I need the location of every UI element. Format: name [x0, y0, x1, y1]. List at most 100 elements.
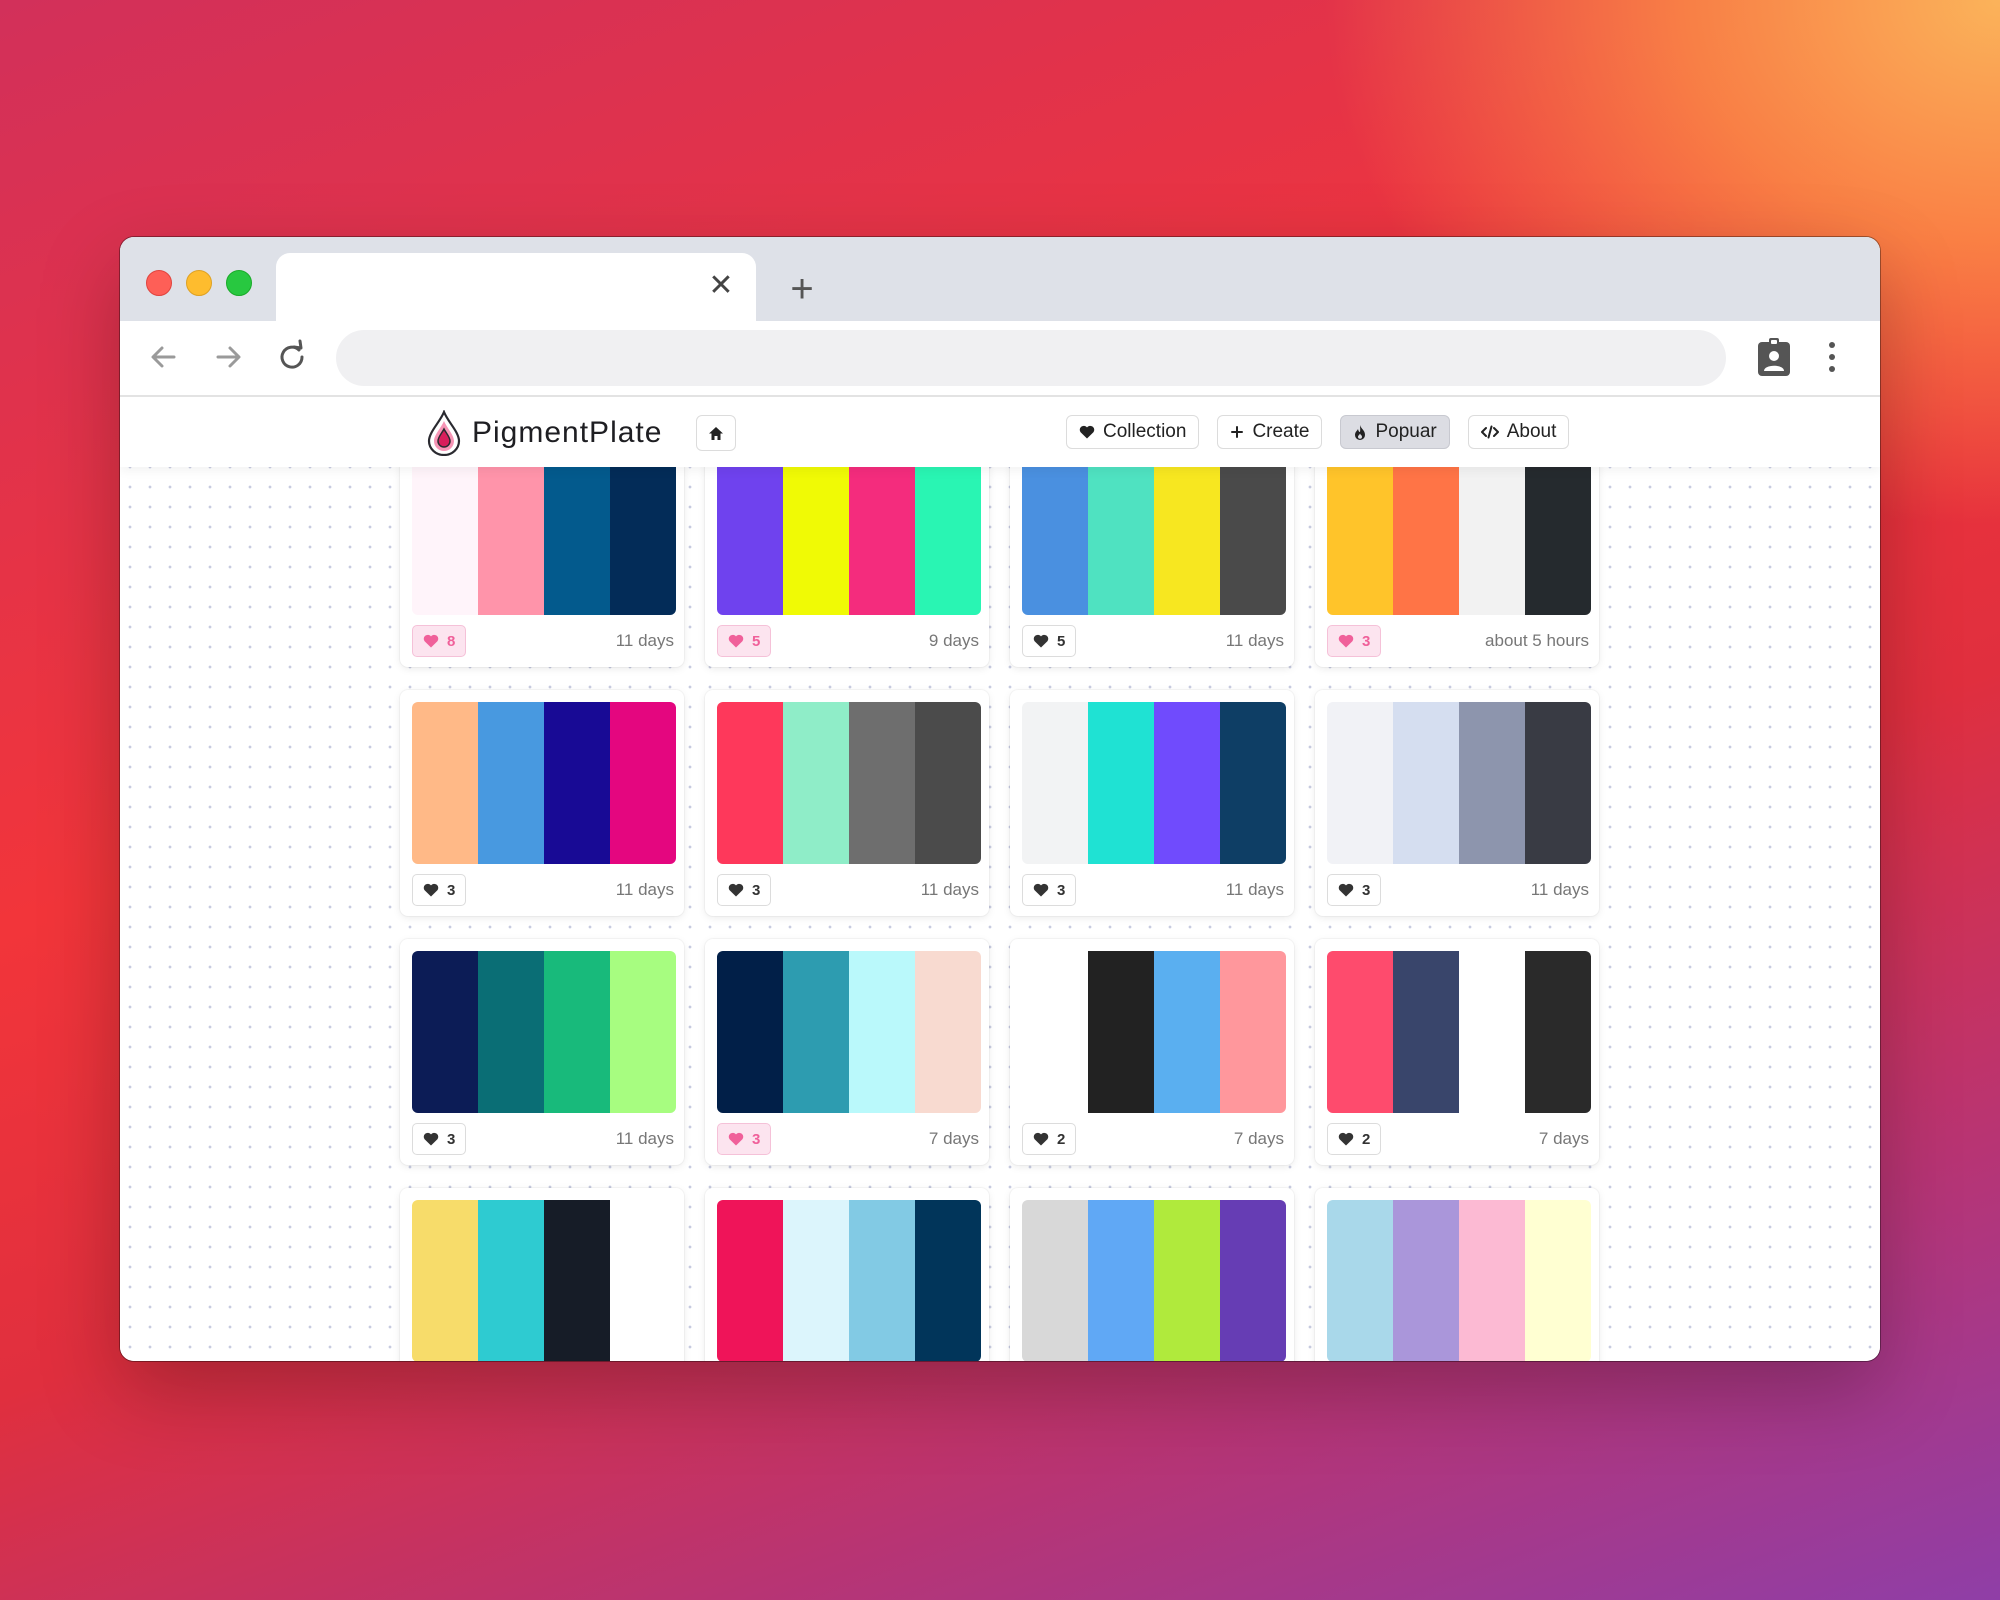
tab-close-icon[interactable]: ✕: [706, 271, 736, 301]
color-swatch[interactable]: [1393, 1200, 1459, 1361]
color-swatch[interactable]: [783, 951, 849, 1113]
palette-card[interactable]: 3 11 days: [1315, 690, 1599, 916]
color-swatch[interactable]: [1022, 702, 1088, 864]
like-button[interactable]: 5: [1022, 625, 1077, 657]
palette-swatches[interactable]: [412, 702, 676, 864]
palette-card[interactable]: 3 about 5 hours: [1315, 441, 1599, 667]
palette-card[interactable]: 2 7 days: [1315, 939, 1599, 1165]
like-button[interactable]: 3: [412, 1123, 467, 1155]
color-swatch[interactable]: [717, 1200, 783, 1361]
color-swatch[interactable]: [1459, 702, 1525, 864]
color-swatch[interactable]: [1525, 1200, 1591, 1361]
nav-create-button[interactable]: Create: [1217, 415, 1323, 449]
color-swatch[interactable]: [1459, 951, 1525, 1113]
color-swatch[interactable]: [915, 453, 981, 615]
forward-arrow-icon[interactable]: [208, 337, 248, 377]
color-swatch[interactable]: [412, 453, 478, 615]
palette-swatches[interactable]: [1022, 702, 1286, 864]
color-swatch[interactable]: [849, 702, 915, 864]
palette-card[interactable]: [1010, 1188, 1294, 1361]
color-swatch[interactable]: [610, 951, 676, 1113]
color-swatch[interactable]: [412, 702, 478, 864]
color-swatch[interactable]: [1327, 453, 1393, 615]
profile-badge-icon[interactable]: [1756, 337, 1792, 377]
palette-swatches[interactable]: [412, 1200, 676, 1361]
palette-swatches[interactable]: [1327, 702, 1591, 864]
palette-card[interactable]: 8 11 days: [400, 441, 684, 667]
nav-collection-button[interactable]: Collection: [1066, 415, 1200, 449]
color-swatch[interactable]: [610, 702, 676, 864]
color-swatch[interactable]: [849, 951, 915, 1113]
color-swatch[interactable]: [783, 453, 849, 615]
color-swatch[interactable]: [1327, 951, 1393, 1113]
color-swatch[interactable]: [1088, 453, 1154, 615]
maximize-window-button[interactable]: [226, 270, 252, 296]
nav-about-button[interactable]: About: [1467, 415, 1570, 449]
palette-card[interactable]: [400, 1188, 684, 1361]
color-swatch[interactable]: [1022, 951, 1088, 1113]
menu-dots-icon[interactable]: [1824, 339, 1840, 375]
palette-card[interactable]: [705, 1188, 989, 1361]
close-window-button[interactable]: [146, 270, 172, 296]
like-button[interactable]: 3: [1327, 625, 1382, 657]
color-swatch[interactable]: [849, 453, 915, 615]
color-swatch[interactable]: [915, 1200, 981, 1361]
like-button[interactable]: 2: [1022, 1123, 1077, 1155]
palette-card[interactable]: 5 9 days: [705, 441, 989, 667]
color-swatch[interactable]: [915, 702, 981, 864]
color-swatch[interactable]: [717, 702, 783, 864]
color-swatch[interactable]: [1220, 951, 1286, 1113]
color-swatch[interactable]: [1327, 1200, 1393, 1361]
nav-popular-button[interactable]: Popuar: [1340, 415, 1450, 449]
color-swatch[interactable]: [544, 453, 610, 615]
color-swatch[interactable]: [478, 951, 544, 1113]
color-swatch[interactable]: [1154, 702, 1220, 864]
palette-swatches[interactable]: [1327, 951, 1591, 1113]
color-swatch[interactable]: [610, 453, 676, 615]
color-swatch[interactable]: [1220, 453, 1286, 615]
color-swatch[interactable]: [1220, 1200, 1286, 1361]
color-swatch[interactable]: [717, 951, 783, 1113]
like-button[interactable]: 8: [412, 625, 467, 657]
new-tab-button[interactable]: +: [784, 269, 820, 309]
color-swatch[interactable]: [412, 951, 478, 1113]
palette-swatches[interactable]: [1022, 453, 1286, 615]
color-swatch[interactable]: [783, 702, 849, 864]
color-swatch[interactable]: [1393, 951, 1459, 1113]
color-swatch[interactable]: [783, 1200, 849, 1361]
like-button[interactable]: 5: [717, 625, 772, 657]
color-swatch[interactable]: [1088, 702, 1154, 864]
home-button[interactable]: [696, 415, 736, 451]
color-swatch[interactable]: [1459, 1200, 1525, 1361]
color-swatch[interactable]: [1393, 453, 1459, 615]
color-swatch[interactable]: [1022, 1200, 1088, 1361]
minimize-window-button[interactable]: [186, 270, 212, 296]
like-button[interactable]: 3: [1022, 874, 1077, 906]
back-arrow-icon[interactable]: [144, 337, 184, 377]
color-swatch[interactable]: [915, 951, 981, 1113]
like-button[interactable]: 3: [717, 874, 772, 906]
address-bar[interactable]: [336, 330, 1726, 386]
like-button[interactable]: 3: [717, 1123, 772, 1155]
color-swatch[interactable]: [1022, 453, 1088, 615]
palette-card[interactable]: [1315, 1188, 1599, 1361]
color-swatch[interactable]: [1525, 951, 1591, 1113]
color-swatch[interactable]: [1525, 702, 1591, 864]
palette-swatches[interactable]: [412, 453, 676, 615]
palette-card[interactable]: 3 11 days: [1010, 690, 1294, 916]
palette-card[interactable]: 5 11 days: [1010, 441, 1294, 667]
palette-swatches[interactable]: [412, 951, 676, 1113]
like-button[interactable]: 3: [1327, 874, 1382, 906]
color-swatch[interactable]: [1220, 702, 1286, 864]
color-swatch[interactable]: [478, 702, 544, 864]
color-swatch[interactable]: [1088, 951, 1154, 1113]
color-swatch[interactable]: [1525, 453, 1591, 615]
palette-card[interactable]: 3 7 days: [705, 939, 989, 1165]
palette-card[interactable]: 3 11 days: [705, 690, 989, 916]
color-swatch[interactable]: [478, 1200, 544, 1361]
color-swatch[interactable]: [1154, 453, 1220, 615]
palette-swatches[interactable]: [1022, 1200, 1286, 1361]
reload-icon[interactable]: [272, 337, 312, 377]
color-swatch[interactable]: [478, 453, 544, 615]
color-swatch[interactable]: [1154, 951, 1220, 1113]
